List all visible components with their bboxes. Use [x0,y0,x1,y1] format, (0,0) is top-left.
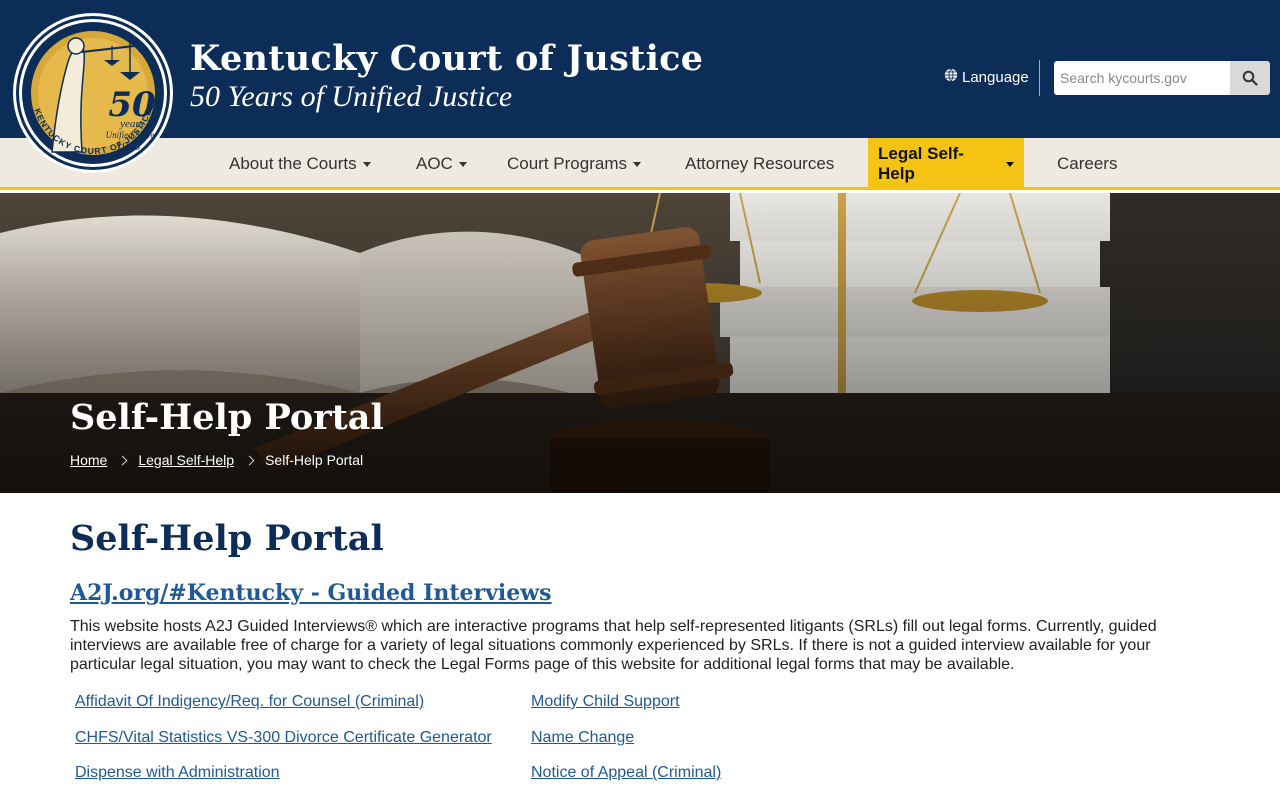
caret-down-icon [458,161,467,167]
caret-down-icon [362,161,371,167]
a2j-guided-interviews-link[interactable]: A2J.org/#Kentucky - Guided Interviews [70,580,552,606]
nav-label: Careers [1057,154,1118,173]
hero-banner: Self-Help Portal Home Legal Self-Help Se… [0,193,1280,493]
interview-link[interactable]: Affidavit Of Indigency/Req. for Counsel … [75,692,492,728]
nav-aoc[interactable]: AOC [406,138,477,190]
hero-background-image [0,193,1280,493]
nav-label: Legal Self-Help [878,144,964,183]
site-subtitle: 50 Years of Unified Justice [190,80,513,113]
site-header: Kentucky Court of Justice 50 Years of Un… [0,0,1280,138]
interview-link[interactable]: Modify Child Support [531,692,721,728]
search-button[interactable] [1230,61,1270,95]
nav-about-the-courts[interactable]: About the Courts [219,138,381,190]
breadcrumb-legal-self-help[interactable]: Legal Self-Help [138,452,234,468]
language-label: Language [962,68,1029,86]
breadcrumb: Home Legal Self-Help Self-Help Portal [70,452,363,468]
interview-link[interactable]: Dispense with Administration [75,763,492,799]
nav-careers[interactable]: Careers [1047,138,1127,190]
nav-label: About the Courts [229,154,357,173]
main-navigation: About the Courts AOC Court Programs Atto… [0,138,1280,190]
hero-title: Self-Help Portal [70,397,384,438]
search-icon [1242,70,1258,86]
site-title[interactable]: Kentucky Court of Justice [190,38,703,79]
nav-legal-self-help[interactable]: Legal Self-Help [868,138,1024,190]
caret-down-icon [1006,161,1014,167]
search-input[interactable] [1054,61,1230,95]
interview-links-right: Modify Child Support Name Change Notice … [531,692,721,799]
nav-attorney-resources[interactable]: Attorney Resources [675,138,844,190]
interview-link[interactable]: CHFS/Vital Statistics VS-300 Divorce Cer… [75,728,492,764]
language-button[interactable]: Language [944,68,1029,86]
interview-links-left: Affidavit Of Indigency/Req. for Counsel … [75,692,492,799]
court-seal-logo[interactable]: 50 years Unified Since 1976 KENTUCKY COU… [12,12,174,174]
interview-link[interactable]: Notice of Appeal (Criminal) [531,763,721,799]
intro-paragraph: This website hosts A2J Guided Interviews… [70,618,1157,673]
chevron-right-icon [117,455,128,465]
breadcrumb-home[interactable]: Home [70,452,107,468]
nav-label: Attorney Resources [685,154,835,173]
nav-label: Court Programs [507,154,627,173]
breadcrumb-current: Self-Help Portal [265,452,364,468]
nav-label: AOC [416,154,453,173]
page-title: Self-Help Portal [70,518,384,559]
site-search [1054,61,1270,95]
header-divider [1039,60,1040,96]
caret-down-icon [632,161,641,167]
globe-icon [944,68,958,86]
chevron-right-icon [244,455,255,465]
nav-court-programs[interactable]: Court Programs [497,138,651,190]
interview-link[interactable]: Name Change [531,728,721,764]
